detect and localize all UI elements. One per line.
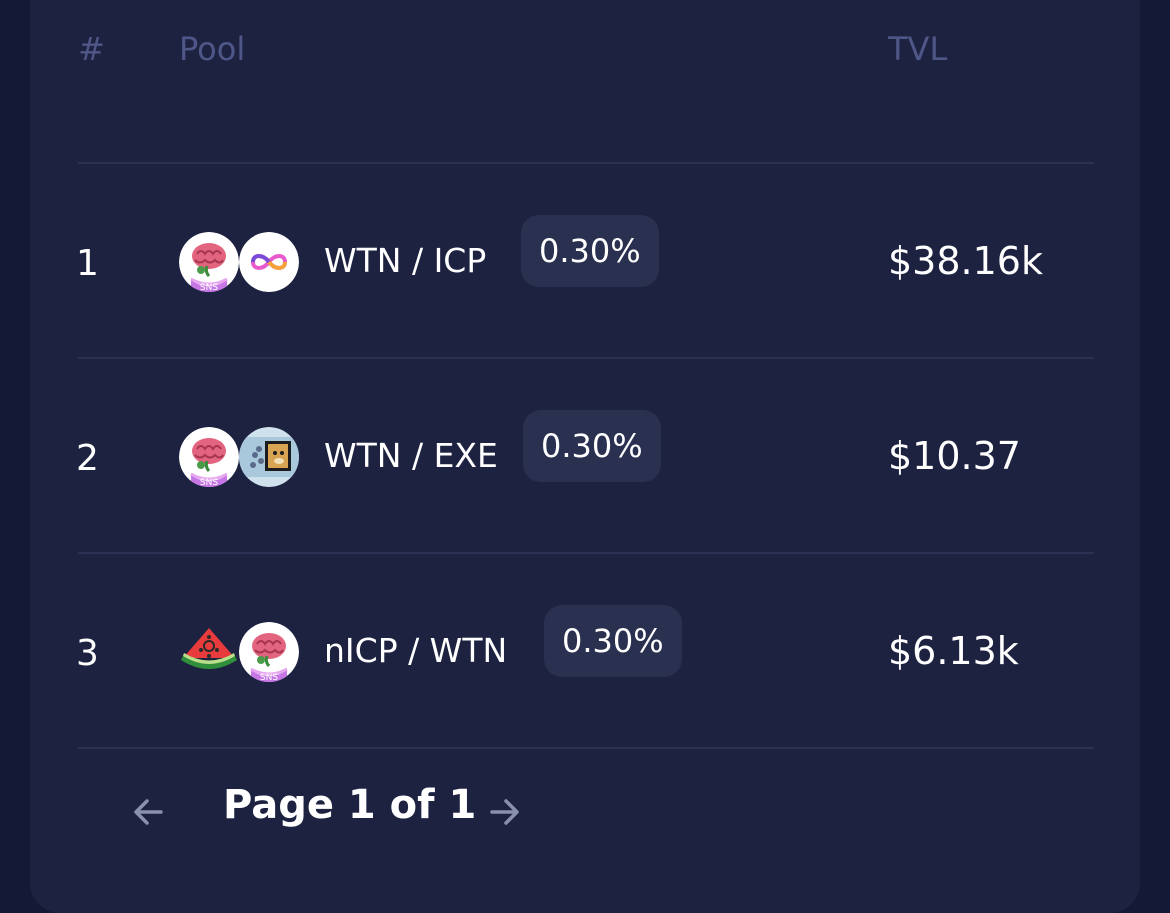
brain-sns-icon xyxy=(179,427,239,487)
fee-badge: 0.30% xyxy=(544,605,682,677)
arrow-left-icon[interactable] xyxy=(129,792,169,832)
pool-tvl: $38.16k xyxy=(888,239,1043,283)
pool-pair-name: nICP / WTN xyxy=(324,631,508,670)
brain-sns-icon xyxy=(239,622,299,682)
pool-tvl: $6.13k xyxy=(888,629,1019,673)
fee-badge: 0.30% xyxy=(521,215,659,287)
pool-row-2[interactable]: 2 WTN / EXE 0.30% $10.37 xyxy=(30,410,1140,510)
watermelon-icon xyxy=(179,622,239,682)
row-index: 2 xyxy=(76,438,99,479)
header-number: # xyxy=(78,30,105,68)
divider xyxy=(78,357,1094,359)
brain-sns-icon xyxy=(179,232,239,292)
exe-doge-icon xyxy=(239,427,299,487)
pool-row-3[interactable]: 3 nICP / WTN 0.30% $6.13k xyxy=(30,605,1140,705)
header-pool[interactable]: Pool xyxy=(179,30,245,68)
page-indicator: Page 1 of 1 xyxy=(223,782,477,828)
fee-badge: 0.30% xyxy=(523,410,661,482)
table-header: # Pool TVL xyxy=(30,30,1140,70)
divider xyxy=(78,162,1094,164)
token-pair-icons xyxy=(179,622,309,682)
divider xyxy=(78,552,1094,554)
icp-infinity-icon xyxy=(239,232,299,292)
row-index: 3 xyxy=(76,633,99,674)
token-pair-icons xyxy=(179,232,309,292)
token-pair-icons xyxy=(179,427,309,487)
header-tvl[interactable]: TVL xyxy=(888,30,947,68)
pool-pair-name: WTN / ICP xyxy=(324,241,487,280)
pool-pair-name: WTN / EXE xyxy=(324,436,498,475)
arrow-right-icon[interactable] xyxy=(484,792,524,832)
pools-card: # Pool TVL 1 WTN / ICP 0.30% $38.16k 2 W… xyxy=(30,0,1140,913)
divider xyxy=(78,747,1094,749)
pagination: Page 1 of 1 xyxy=(30,782,1140,842)
row-index: 1 xyxy=(76,243,99,284)
pool-row-1[interactable]: 1 WTN / ICP 0.30% $38.16k xyxy=(30,215,1140,315)
pool-tvl: $10.37 xyxy=(888,434,1021,478)
